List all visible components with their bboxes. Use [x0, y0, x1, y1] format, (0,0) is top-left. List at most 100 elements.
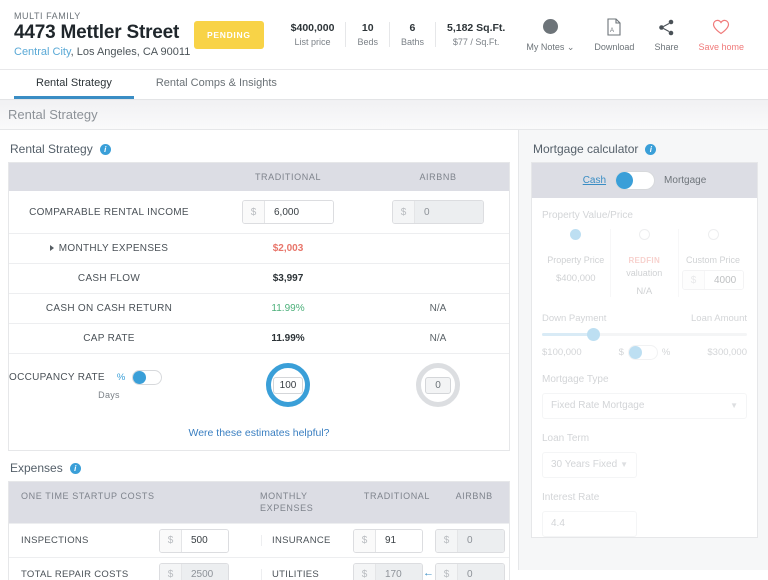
custom-price-input[interactable]: $ 4000 — [682, 270, 744, 290]
expenses-section-header: Expenses i — [10, 461, 510, 475]
insurance-traditional-input[interactable]: $ 91 — [353, 529, 423, 553]
insurance-airbnb-input[interactable]: $ 0 — [435, 529, 505, 553]
interest-rate-label: Interest Rate — [542, 492, 747, 503]
price-option-custom-price[interactable]: Custom Price $ 4000 — [679, 229, 747, 297]
chevron-down-icon: ▼ — [730, 401, 738, 410]
currency-prefix: $ — [436, 530, 458, 552]
radio-icon — [639, 229, 650, 240]
info-icon[interactable]: i — [70, 463, 81, 474]
occupancy-traditional-gauge[interactable]: 100 — [266, 363, 310, 407]
price-option-label: Custom Price — [682, 254, 744, 266]
property-stats: $400,000 List price 10 Beds 6 Baths 5,18… — [280, 22, 517, 47]
price-option-label: Property Price — [545, 254, 607, 266]
utilities-traditional-input[interactable]: $ 170 — [353, 563, 423, 580]
inspections-input[interactable]: $ 500 — [159, 529, 229, 553]
address-rest: , Los Angeles, CA 90011 — [71, 46, 191, 58]
interest-rate-input[interactable]: 4.4 — [542, 511, 637, 537]
my-notes-button[interactable]: My Notes ⌄ — [516, 17, 584, 53]
loan-term-select[interactable]: 30 Years Fixed ▼ — [542, 452, 637, 478]
occupancy-airbnb-gauge[interactable]: 0 — [416, 363, 460, 407]
city-link[interactable]: Central City — [14, 46, 71, 58]
down-payment-label: Down Payment — [542, 313, 606, 324]
price-option-value: $400,000 — [545, 273, 607, 284]
price-option-value: N/A — [614, 286, 676, 297]
row-label-monthly-expenses[interactable]: MONTHLY EXPENSES — [9, 234, 209, 264]
loan-amount-value: $300,000 — [707, 347, 747, 358]
slider-labels: Down Payment Loan Amount — [542, 313, 747, 324]
expense-monthly-label: INSURANCE — [261, 535, 353, 546]
rental-strategy-table: TRADITIONAL AIRBNB COMPARABLE RENTAL INC… — [9, 163, 509, 416]
tab-rental-strategy[interactable]: Rental Strategy — [14, 70, 134, 99]
monthly-expenses-traditional-value: $2,003 — [209, 234, 367, 264]
address-block: MULTI FAMILY 4473 Mettler Street Central… — [14, 11, 194, 59]
download-button[interactable]: A Download — [584, 17, 644, 52]
mortgage-type-select[interactable]: Fixed Rate Mortgage ▼ — [542, 393, 747, 419]
expenses-section-title: Expenses — [10, 461, 63, 475]
property-type-kicker: MULTI FAMILY — [14, 11, 194, 21]
stat-value: $400,000 — [291, 22, 335, 34]
occupancy-rate-row: OCCUPANCY RATE % Days 100 — [9, 354, 509, 417]
share-label: Share — [654, 42, 678, 52]
price-option-redfin-valuation[interactable]: REDFIN valuation N/A — [611, 229, 680, 297]
down-payment-slider-group: Down Payment Loan Amount $100,000 $ — [542, 313, 747, 360]
mortgage-section-header: Mortgage calculator i — [533, 142, 758, 156]
info-icon[interactable]: i — [100, 144, 111, 155]
section-tabs: Rental Strategy Rental Comps & Insights — [0, 70, 768, 100]
currency-prefix: $ — [243, 201, 265, 223]
down-payment-value: $100,000 — [542, 347, 582, 358]
comparable-rental-income-airbnb-input[interactable]: $ 0 — [392, 200, 484, 224]
save-home-button[interactable]: Save home — [688, 17, 754, 52]
cap-rate-airbnb-value: N/A — [367, 324, 509, 354]
svg-text:A: A — [610, 28, 614, 34]
cash-on-cash-traditional-value: 11.99% — [209, 294, 367, 324]
row-label-text: MONTHLY EXPENSES — [59, 243, 168, 254]
price-option-property-price[interactable]: Property Price $400,000 — [542, 229, 611, 297]
comparable-rental-income-traditional-input[interactable]: $ 6,000 — [242, 200, 334, 224]
row-label-cap-rate: CAP RATE — [9, 324, 209, 354]
input-value: 6,000 — [265, 201, 333, 223]
rental-strategy-section-title: Rental Strategy — [10, 142, 93, 156]
expense-airbnb-cell: $ 0 — [435, 529, 509, 553]
input-value: 170 — [376, 564, 422, 580]
utilities-airbnb-input[interactable]: $ 0 — [435, 563, 505, 580]
redfin-brand-label: REDFIN — [628, 256, 660, 265]
table-row: CAP RATE 11.99% N/A — [9, 324, 509, 354]
arrow-left-icon: ← — [423, 567, 434, 579]
occupancy-unit-toggle[interactable] — [132, 370, 162, 385]
expense-startup-value-cell: $ 500 — [159, 529, 261, 553]
cash-mode-label[interactable]: Cash — [583, 175, 606, 186]
payment-mode-toggle[interactable] — [615, 171, 655, 190]
col-traditional: TRADITIONAL — [209, 163, 367, 191]
currency-prefix: $ — [436, 564, 458, 580]
stat-value: 10 — [357, 22, 378, 34]
info-icon[interactable]: i — [645, 144, 656, 155]
my-notes-label: My Notes ⌄ — [526, 42, 574, 53]
col-airbnb: AIRBNB — [439, 482, 509, 523]
mortgage-type-group: Mortgage Type Fixed Rate Mortgage ▼ — [542, 374, 747, 419]
col-traditional: TRADITIONAL — [355, 482, 440, 523]
total-repair-costs-input[interactable]: $ 2500 — [159, 563, 229, 580]
occupancy-airbnb-cell: 0 — [367, 354, 509, 417]
down-payment-unit-toggle[interactable] — [628, 345, 658, 360]
stat-baths: 6 Baths — [390, 22, 436, 47]
tab-rental-comps-insights[interactable]: Rental Comps & Insights — [134, 70, 299, 99]
mortgage-mode-label[interactable]: Mortgage — [664, 175, 706, 186]
col-label — [9, 163, 209, 191]
occupancy-days-label: Days — [9, 390, 209, 400]
expense-row: INSPECTIONS $ 500 INSURANCE $ 91 — [9, 523, 509, 557]
row-label-cash-flow: CASH FLOW — [9, 264, 209, 294]
stat-label: Baths — [401, 37, 424, 47]
gauge-value: 0 — [425, 377, 451, 394]
loan-amount-label: Loan Amount — [691, 313, 747, 324]
unit-toggle-group: $ % — [619, 345, 671, 360]
download-label: Download — [594, 42, 634, 52]
gauge-value: 100 — [273, 377, 304, 394]
table-row: COMPARABLE RENTAL INCOME $ 6,000 $ — [9, 191, 509, 234]
price-option-label: REDFIN valuation — [614, 254, 676, 279]
down-payment-slider[interactable] — [542, 333, 747, 336]
table-row: CASH FLOW $3,997 — [9, 264, 509, 294]
radio-icon — [570, 229, 581, 240]
estimates-helpful-link[interactable]: Were these estimates helpful? — [9, 416, 509, 450]
loan-term-value: 30 Years Fixed — [551, 459, 617, 470]
share-button[interactable]: Share — [644, 17, 688, 52]
